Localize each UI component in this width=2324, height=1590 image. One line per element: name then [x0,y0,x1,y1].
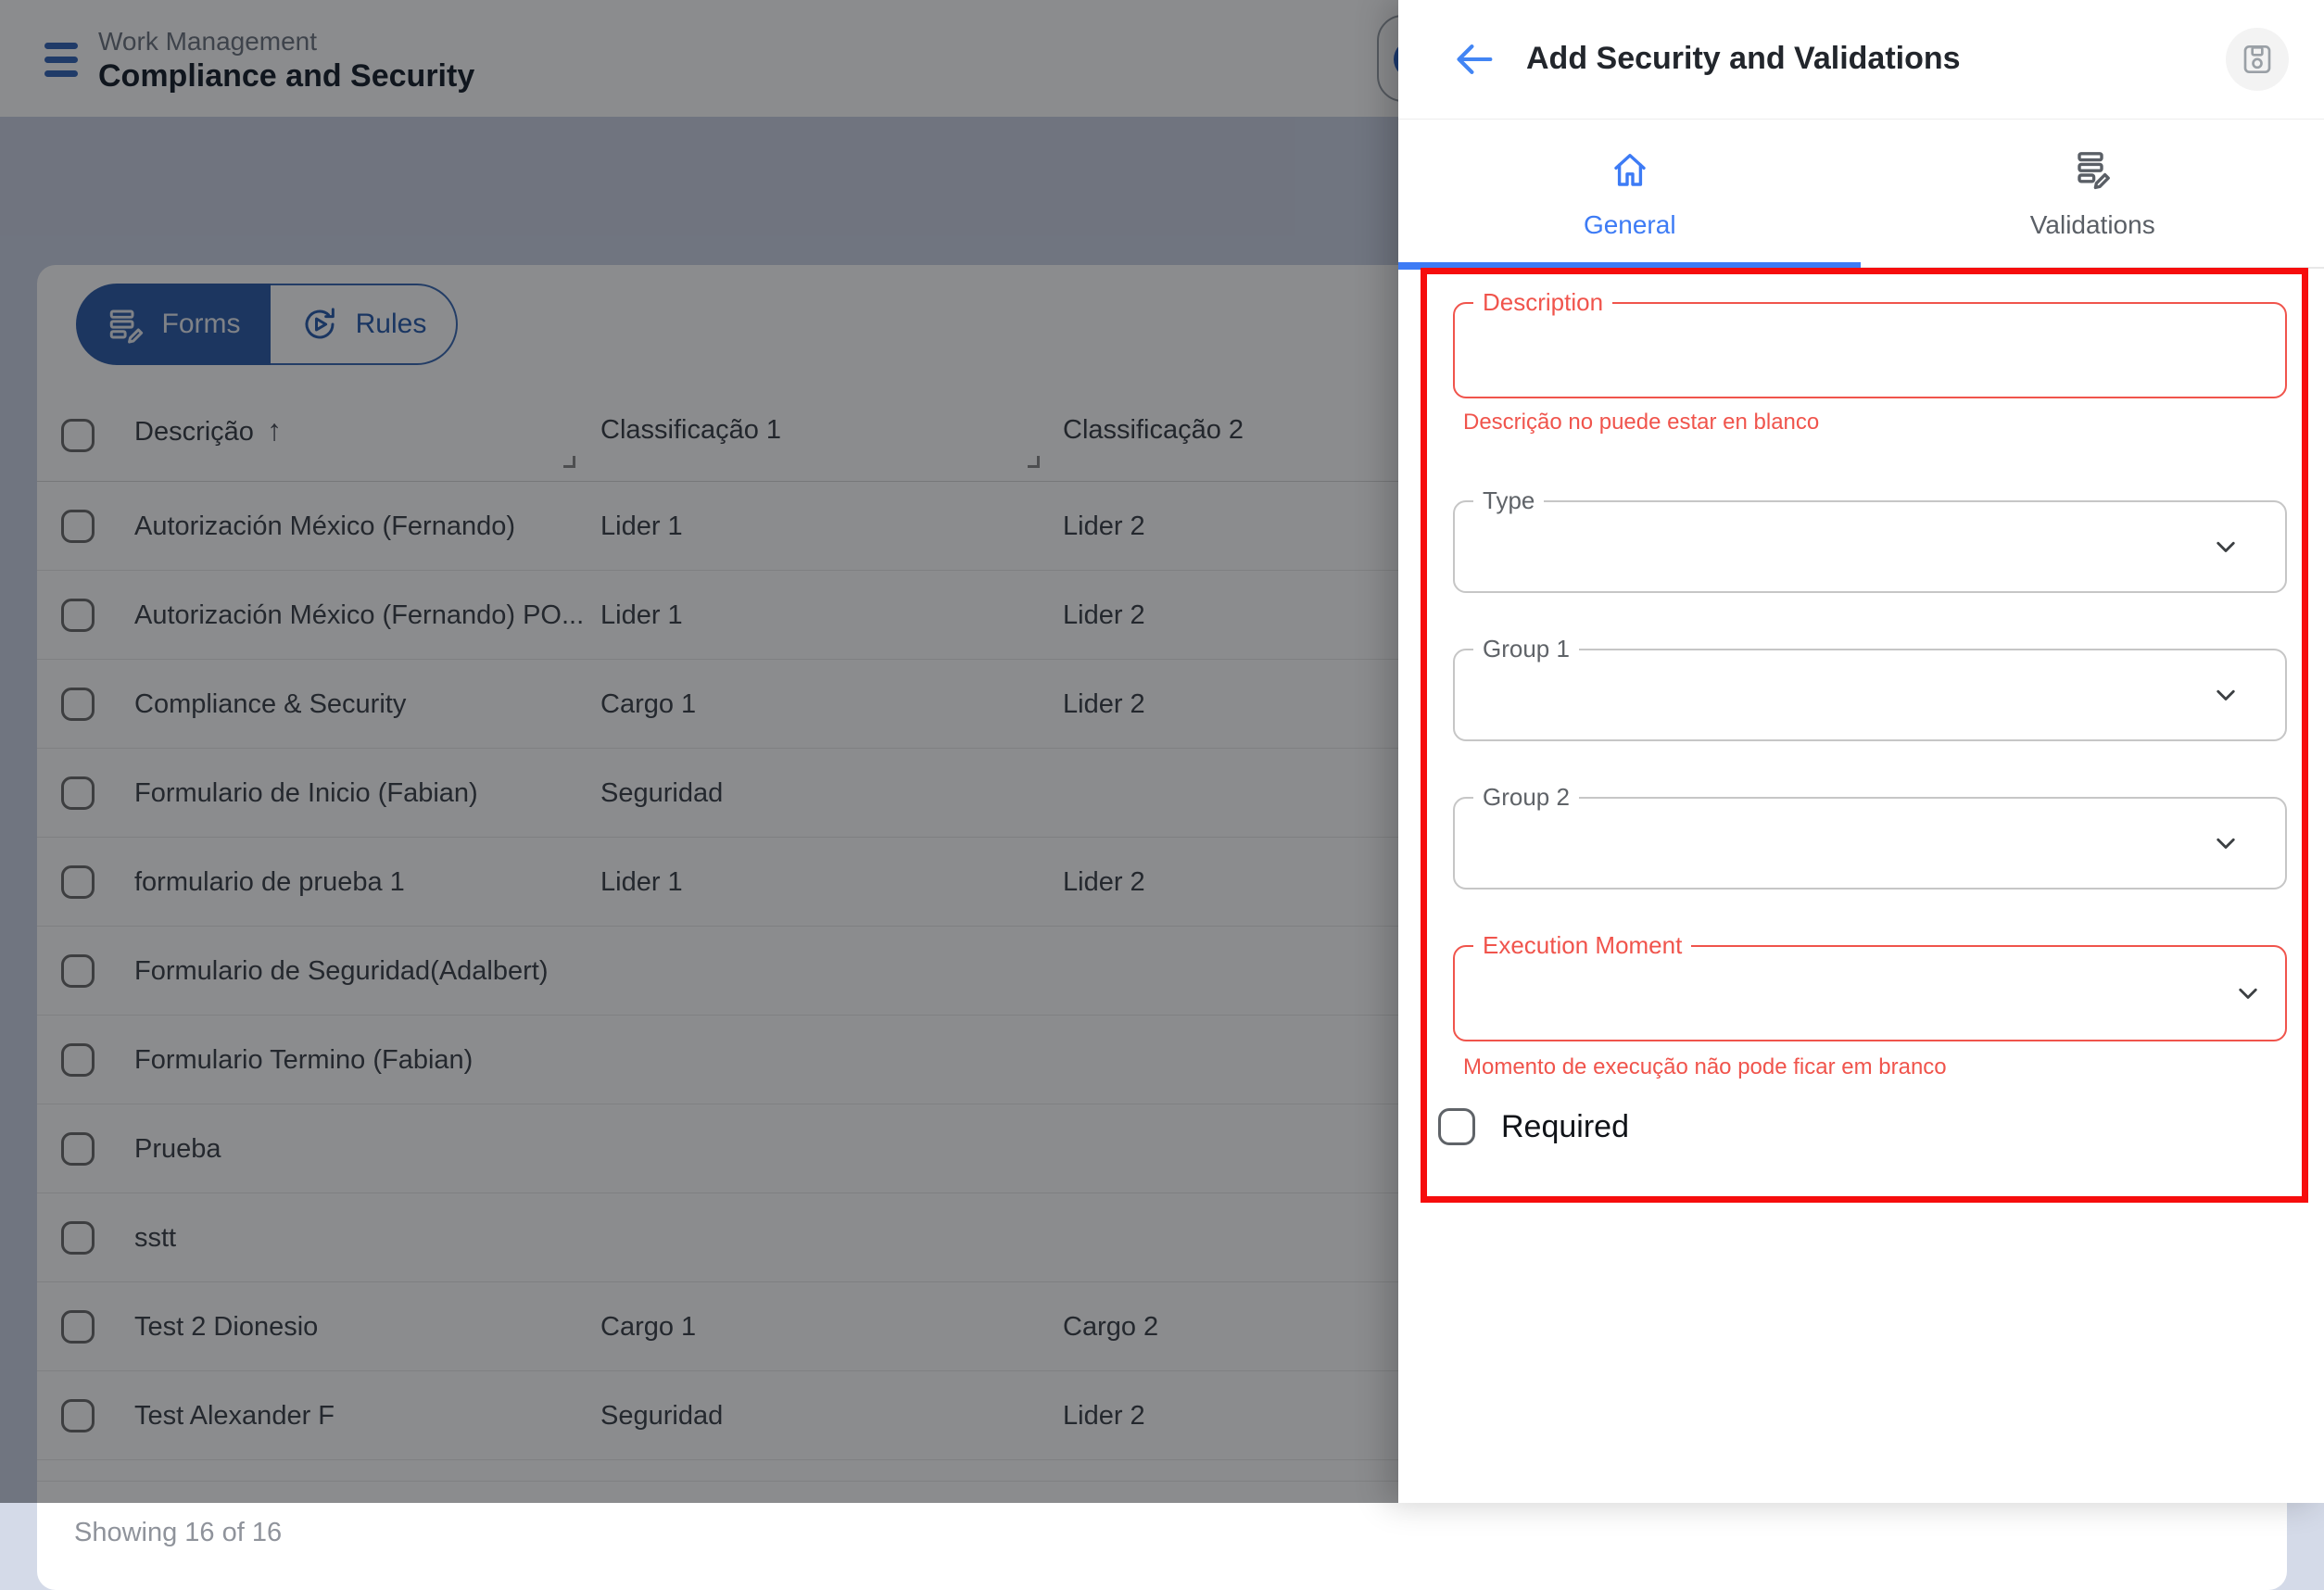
add-security-validations-drawer: Add Security and Validations General [1398,0,2324,1503]
tab-validations[interactable]: Validations [1862,120,2324,267]
active-tab-indicator [1398,262,1861,270]
description-field[interactable]: Description [1453,302,2287,398]
type-select[interactable]: Type [1453,500,2287,593]
group2-select[interactable]: Group 2 [1453,797,2287,890]
tab-validations-label: Validations [2030,210,2155,240]
drawer-tabs: General Validations [1398,120,2324,269]
chevron-down-icon [2209,530,2242,563]
tab-general-label: General [1584,210,1676,240]
chevron-down-icon [2209,827,2242,860]
back-button[interactable] [1446,32,1502,87]
group2-label: Group 2 [1473,783,1579,812]
chevron-down-icon [2209,678,2242,712]
drawer-title: Add Security and Validations [1526,41,1961,77]
required-option: Required [1438,1108,1629,1145]
execution-moment-select[interactable]: Execution Moment [1453,945,2287,1041]
drawer-header: Add Security and Validations [1398,0,2324,120]
execution-moment-error-text: Momento de execução não pode ficar em br… [1463,1054,1947,1080]
validations-list-edit-icon [2070,147,2115,192]
save-button[interactable] [2226,28,2289,91]
type-label: Type [1473,486,1544,515]
required-label: Required [1501,1109,1629,1145]
description-error-text: Descrição no puede estar en blanco [1463,410,1819,435]
arrow-left-icon [1450,35,1498,83]
row-count-status: Showing 16 of 16 [74,1518,282,1548]
group1-label: Group 1 [1473,635,1579,663]
execution-moment-label: Execution Moment [1473,931,1691,960]
home-icon [1608,147,1652,192]
chevron-down-icon [2231,977,2265,1010]
required-checkbox[interactable] [1438,1108,1475,1145]
description-input[interactable] [1464,309,2276,391]
group1-select[interactable]: Group 1 [1453,649,2287,741]
tab-general[interactable]: General [1398,120,1862,267]
save-floppy-icon [2239,41,2276,78]
